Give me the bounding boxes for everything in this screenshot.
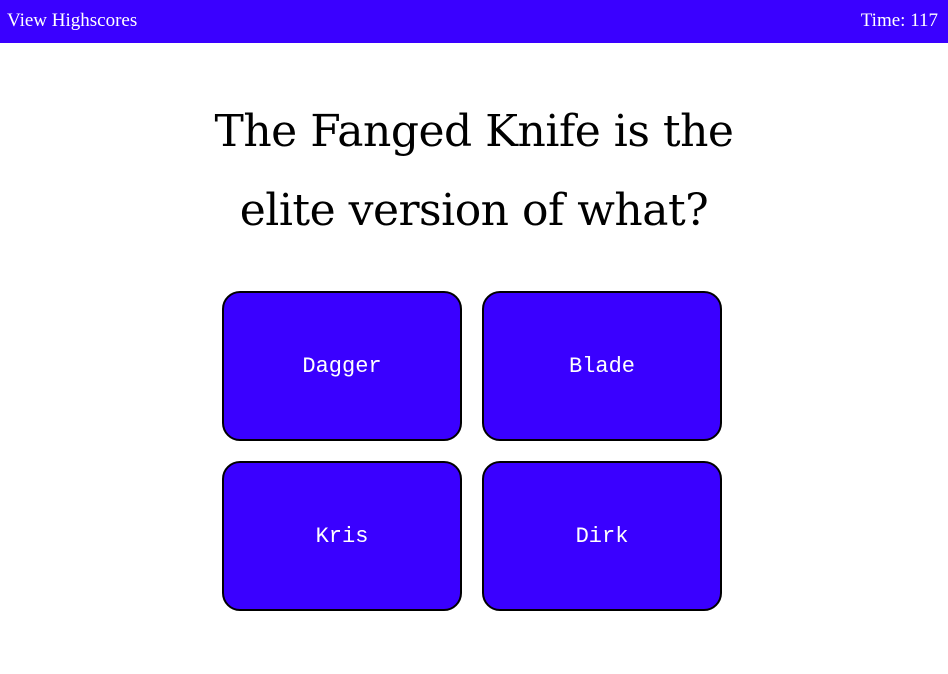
view-highscores-link[interactable]: View Highscores bbox=[7, 10, 137, 32]
timer-value: 117 bbox=[910, 10, 938, 31]
answer-label: Dirk bbox=[575, 523, 629, 549]
timer: Time: 117 bbox=[861, 10, 938, 32]
answer-label: Blade bbox=[568, 353, 635, 379]
answer-label: Dagger bbox=[302, 353, 382, 379]
timer-label: Time: bbox=[860, 10, 906, 31]
answer-button-kris[interactable]: Kris bbox=[222, 461, 462, 611]
question-line-1: The Fanged Knife is the bbox=[214, 106, 734, 157]
answer-button-dagger[interactable]: Dagger bbox=[222, 291, 462, 441]
top-bar: View Highscores Time: 117 bbox=[0, 0, 948, 43]
question-line-2: elite version of what? bbox=[239, 185, 709, 236]
question-text: The Fanged Knife is the elite version of… bbox=[174, 92, 774, 250]
answer-button-dirk[interactable]: Dirk bbox=[482, 461, 722, 611]
answer-label: Kris bbox=[315, 523, 369, 549]
answer-button-blade[interactable]: Blade bbox=[482, 291, 722, 441]
